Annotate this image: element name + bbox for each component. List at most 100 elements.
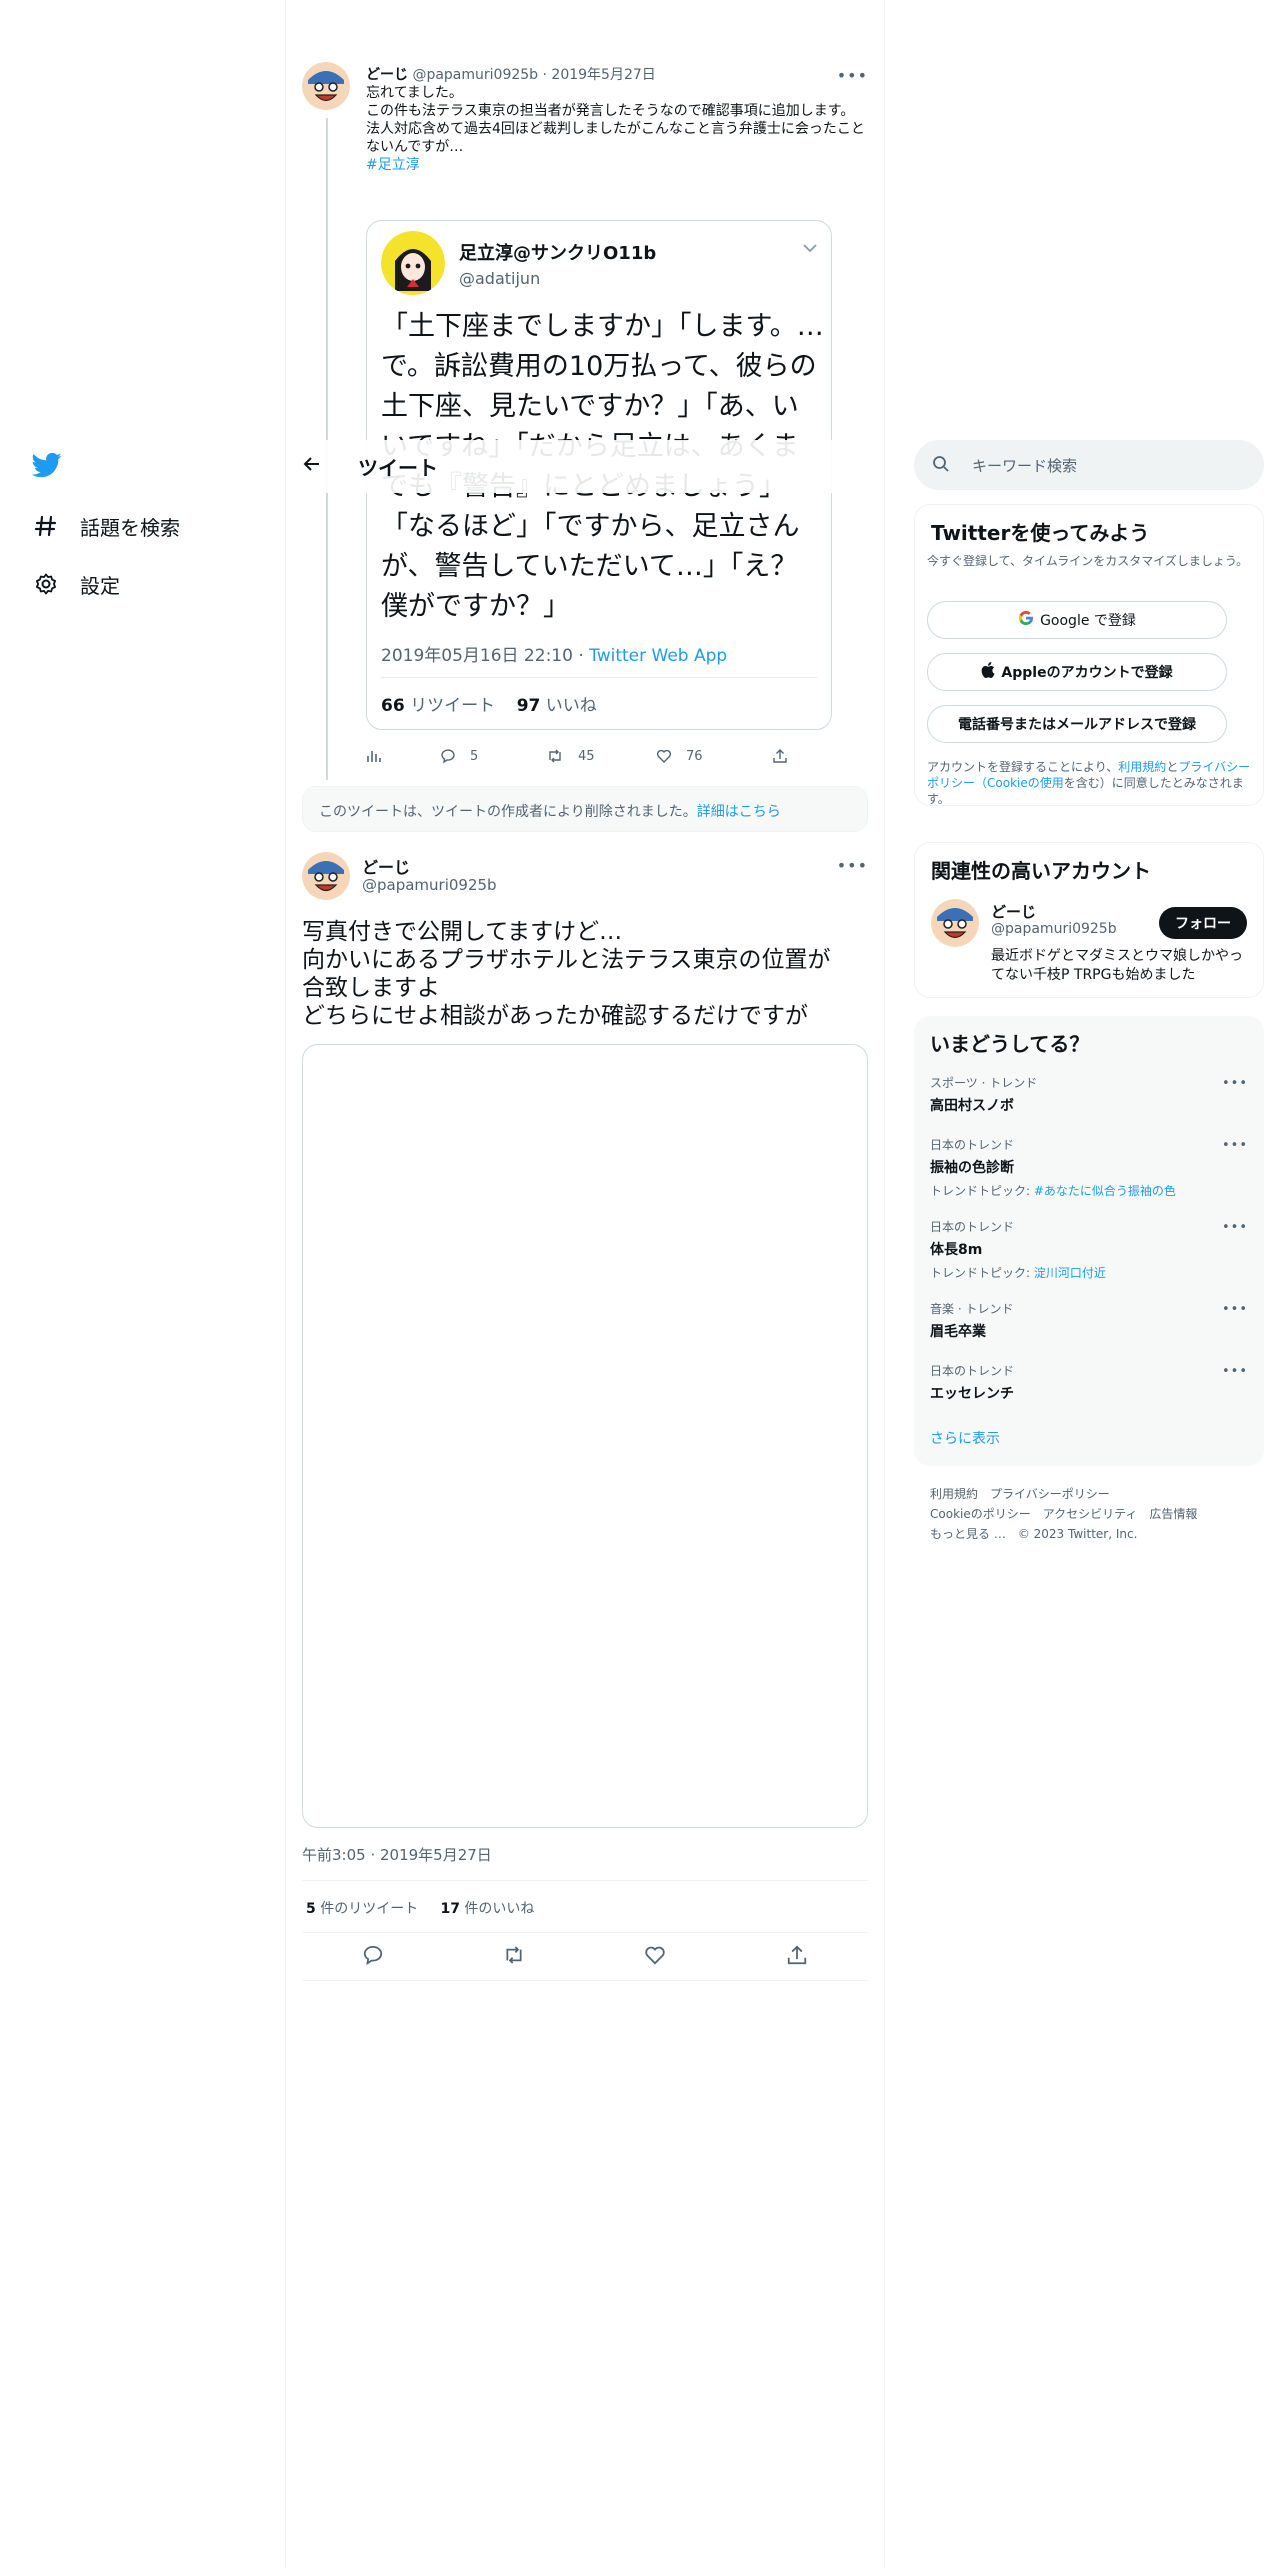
like-button[interactable]: 76 bbox=[656, 748, 703, 764]
footer-link[interactable]: もっと見る … bbox=[930, 1527, 1006, 1541]
deleted-notice-text: このツイートは、ツイートの作成者により削除されました。 bbox=[319, 804, 697, 820]
retweet-icon bbox=[549, 749, 561, 763]
reply-button[interactable]: 5 bbox=[440, 748, 478, 764]
tweet-actions bbox=[302, 1944, 868, 1972]
trend-item[interactable]: 音楽 · トレンド 眉毛卒業 ••• bbox=[930, 1300, 1248, 1341]
retweet-label[interactable]: 件のリツイート bbox=[320, 1901, 418, 1917]
more-options-icon[interactable]: ••• bbox=[1222, 1302, 1248, 1317]
footer-link[interactable]: プライバシーポリシー bbox=[990, 1487, 1110, 1501]
follow-button[interactable]: フォロー bbox=[1159, 907, 1247, 939]
learn-more-link[interactable]: 詳細はこちら bbox=[697, 804, 781, 820]
avatar[interactable] bbox=[302, 852, 350, 900]
embed-via-link[interactable]: Twitter Web App bbox=[589, 646, 727, 666]
author-name[interactable]: どーじ bbox=[362, 854, 410, 878]
tweet-media[interactable] bbox=[302, 1044, 868, 1828]
footer-link[interactable]: Cookieのポリシー bbox=[930, 1507, 1031, 1521]
footer: 利用規約 プライバシーポリシー Cookieのポリシー アクセシビリティ 広告情報 も… bbox=[930, 1484, 1260, 1544]
right-column-border bbox=[884, 0, 885, 2568]
search-input[interactable]: キーワード検索 bbox=[914, 440, 1264, 490]
hashtag-link[interactable]: #足立淳 bbox=[366, 156, 868, 174]
terms-text: と bbox=[1166, 760, 1179, 774]
more-options-icon[interactable]: ••• bbox=[1222, 1364, 1248, 1379]
like-label[interactable]: 件のいいね bbox=[464, 1901, 534, 1917]
author-handle[interactable]: @papamuri0925b bbox=[412, 67, 538, 83]
like-count: 76 bbox=[686, 748, 703, 764]
nav-item-explore[interactable]: 話題を検索 bbox=[32, 506, 180, 546]
nav-item-settings[interactable]: 設定 bbox=[32, 564, 120, 604]
trend-context: 日本のトレンド bbox=[930, 1364, 1015, 1378]
back-arrow-icon[interactable] bbox=[302, 454, 326, 478]
phone-email-signup-button[interactable]: 電話番号またはメールアドレスで登録 bbox=[927, 705, 1227, 743]
google-icon bbox=[1018, 610, 1034, 630]
trend-item[interactable]: 日本のトレンド エッセレンチ ••• bbox=[930, 1362, 1248, 1403]
twitter-logo-icon[interactable] bbox=[31, 450, 64, 482]
more-options-icon[interactable]: ••• bbox=[1222, 1138, 1248, 1153]
signup-terms: アカウントを登録することにより、利用規約とプライバシーポリシー（Cookieの使… bbox=[927, 759, 1253, 807]
more-options-icon[interactable]: ••• bbox=[1222, 1076, 1248, 1091]
embed-avatar[interactable] bbox=[381, 231, 445, 295]
chevron-down-icon[interactable] bbox=[803, 241, 817, 257]
reply-icon[interactable] bbox=[362, 1944, 388, 1970]
retweet-count[interactable]: 5 bbox=[306, 1901, 316, 1917]
share-icon[interactable] bbox=[772, 748, 802, 764]
embed-retweet-count: 66 bbox=[381, 696, 405, 716]
analytics-icon[interactable] bbox=[366, 748, 396, 764]
footer-link[interactable]: 広告情報 bbox=[1149, 1507, 1197, 1521]
tweet-line: この件も法テラス東京の担当者が発言したそうなので確認事項に追加します。 bbox=[366, 103, 855, 119]
copyright: © 2023 Twitter, Inc. bbox=[1017, 1527, 1138, 1541]
google-signup-button[interactable]: Google で登録 bbox=[927, 601, 1227, 639]
tweet-actions: 5 45 76 bbox=[366, 744, 826, 768]
heart-icon bbox=[656, 749, 672, 763]
more-options-icon[interactable]: ••• bbox=[1222, 1220, 1248, 1235]
divider bbox=[302, 1932, 868, 1933]
author-name[interactable]: どーじ bbox=[366, 67, 408, 83]
show-more-link[interactable]: さらに表示 bbox=[930, 1428, 1000, 1448]
trend-context: スポーツ · トレンド bbox=[930, 1076, 1038, 1090]
trend-item[interactable]: 日本のトレンド 振袖の色診断 トレンドトピック: #あなたに似合う振袖の色 ••… bbox=[930, 1136, 1248, 1199]
focus-tweet-text: 写真付きで公開してますけど… 向かいにあるプラザホテルと法テラス東京の位置が 合… bbox=[302, 918, 868, 1030]
trend-item[interactable]: 日本のトレンド 体長8m トレンドトピック: 淀川河口付近 ••• bbox=[930, 1218, 1248, 1281]
embed-author-handle[interactable]: @adatijun bbox=[459, 269, 540, 288]
trend-topic-link[interactable]: 淀川河口付近 bbox=[1034, 1266, 1106, 1280]
apple-signup-button[interactable]: Appleのアカウントで登録 bbox=[927, 653, 1227, 691]
divider bbox=[302, 1880, 868, 1881]
related-account-name[interactable]: どーじ bbox=[991, 901, 1036, 922]
share-icon[interactable] bbox=[786, 1944, 812, 1970]
trend-item[interactable]: スポーツ · トレンド 高田村スノボ ••• bbox=[930, 1074, 1248, 1115]
tweet-stats: 5 件のリツイート 17 件のいいね bbox=[306, 1898, 534, 1918]
like-count[interactable]: 17 bbox=[440, 1901, 459, 1917]
tweet-date[interactable]: 2019年5月27日 bbox=[551, 67, 655, 83]
embed-stats: 66 リツイート 97 いいね bbox=[381, 691, 597, 716]
related-account-handle[interactable]: @papamuri0925b bbox=[991, 921, 1117, 937]
avatar[interactable] bbox=[931, 899, 979, 947]
phone-email-signup-label: 電話番号またはメールアドレスで登録 bbox=[958, 717, 1196, 733]
footer-link[interactable]: アクセシビリティ bbox=[1043, 1507, 1138, 1521]
nav-item-label: 設定 bbox=[80, 573, 120, 598]
trend-topic-link[interactable]: #あなたに似合う振袖の色 bbox=[1034, 1184, 1176, 1198]
avatar[interactable] bbox=[302, 62, 350, 110]
heart-icon[interactable] bbox=[644, 1944, 670, 1970]
retweet-count: 45 bbox=[578, 748, 595, 764]
retweet-icon[interactable] bbox=[502, 1944, 528, 1970]
tweet-timestamp[interactable]: 午前3:05 · 2019年5月27日 bbox=[302, 1844, 492, 1865]
footer-link[interactable]: 利用規約 bbox=[930, 1487, 978, 1501]
search-icon bbox=[932, 455, 950, 477]
author-handle[interactable]: @papamuri0925b bbox=[362, 876, 497, 894]
terms-text: アカウントを登録することにより、 bbox=[927, 760, 1119, 774]
trend-name: 振袖の色診断 bbox=[930, 1160, 1014, 1176]
tweet-line: 合致しますよ bbox=[302, 975, 440, 1001]
more-options-icon[interactable]: ••• bbox=[837, 66, 868, 85]
trend-name: 高田村スノボ bbox=[930, 1098, 1014, 1114]
terms-link[interactable]: 利用規約 bbox=[1118, 760, 1166, 774]
trend-topic: トレンドトピック: 淀川河口付近 bbox=[930, 1264, 1248, 1281]
embed-author-name[interactable]: 足立淳@サンクリO11b bbox=[459, 239, 656, 265]
retweet-button[interactable]: 45 bbox=[546, 748, 595, 764]
hashtag-icon bbox=[32, 512, 60, 540]
page-title: ツイート bbox=[358, 456, 438, 480]
nav-item-label: 話題を検索 bbox=[80, 515, 180, 540]
signup-card: Twitterを使ってみよう 今すぐ登録して、タイムラインをカスタマイズしましょ… bbox=[914, 504, 1264, 806]
separator-dot: · bbox=[542, 67, 547, 83]
more-options-icon[interactable]: ••• bbox=[837, 856, 868, 875]
gear-icon bbox=[32, 570, 60, 598]
signup-title: Twitterを使ってみよう bbox=[931, 521, 1150, 545]
